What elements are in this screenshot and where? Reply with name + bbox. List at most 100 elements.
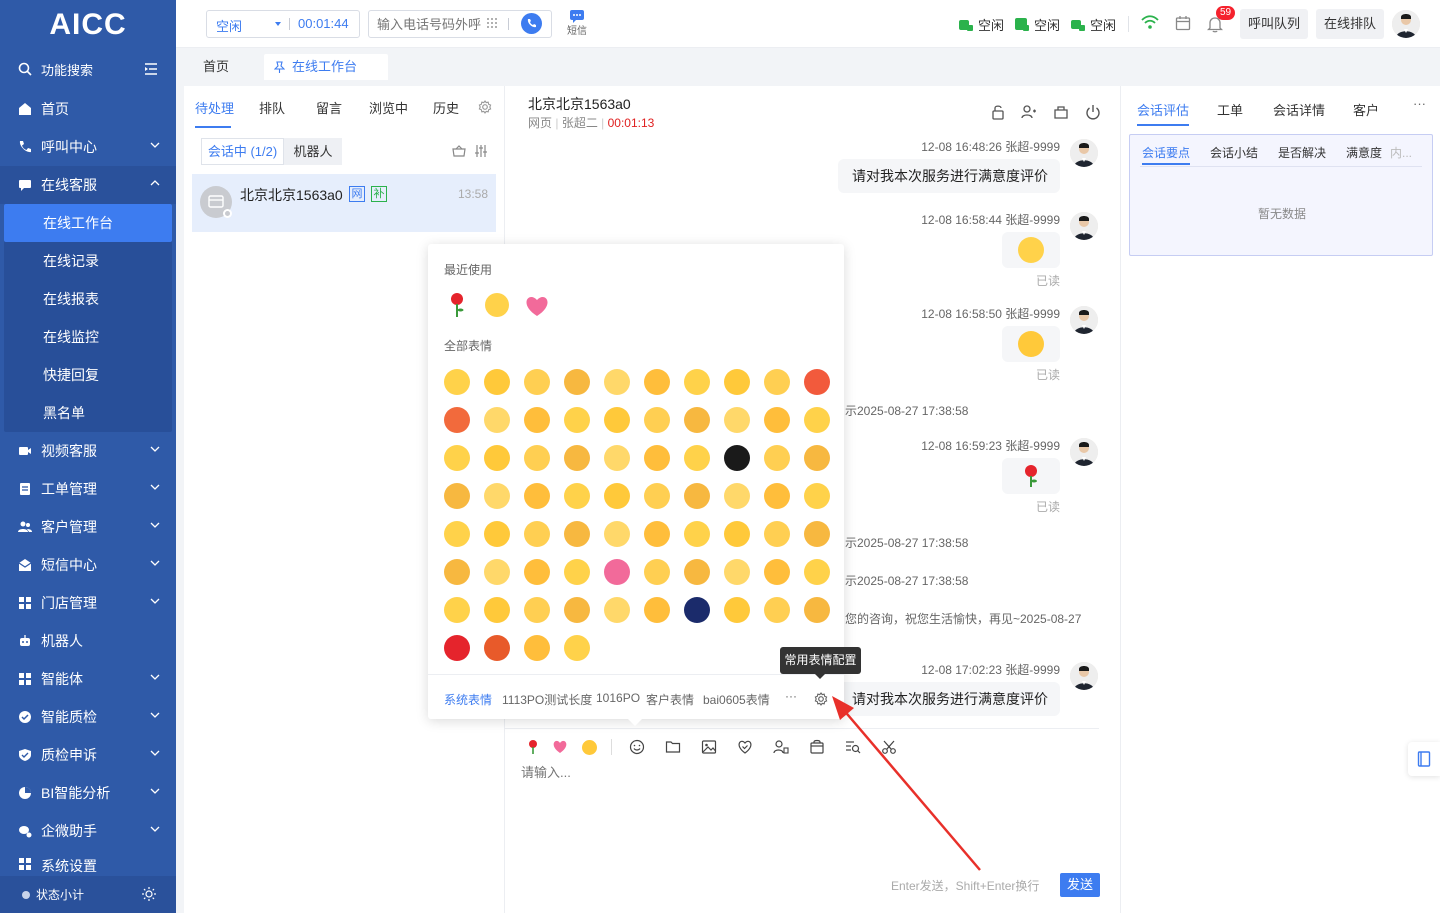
emoji-cell-icon[interactable] — [444, 483, 470, 509]
emoji-cell-icon[interactable] — [804, 521, 830, 547]
tab-browsing[interactable]: 浏览中 — [369, 98, 408, 117]
emoji-cell-icon[interactable] — [604, 369, 630, 395]
emoji-cell-icon[interactable] — [564, 483, 590, 509]
emoji-cell-icon[interactable] — [564, 559, 590, 585]
emoji-cell-icon[interactable] — [564, 445, 590, 471]
sidebar-item-wecom[interactable]: 企微助手 — [0, 812, 176, 850]
submenu-item-online-workbench[interactable]: 在线工作台 — [4, 204, 172, 242]
call-queue-button[interactable]: 呼叫队列 — [1240, 9, 1309, 39]
sidebar-item-call-center[interactable]: 呼叫中心 — [0, 128, 176, 166]
emoji-cell-icon[interactable] — [724, 445, 750, 471]
message-input[interactable] — [521, 762, 1091, 862]
tab-queue[interactable]: 排队 — [259, 98, 285, 117]
emoji-cell-icon[interactable] — [484, 445, 510, 471]
emoji-cell-icon[interactable] — [684, 559, 710, 585]
user-avatar[interactable] — [1392, 10, 1420, 38]
emoji-cell-icon[interactable] — [684, 521, 710, 547]
image-icon[interactable] — [701, 739, 717, 755]
emoji-cell-icon[interactable] — [764, 445, 790, 471]
subtab-key-points[interactable]: 会话要点 — [1142, 144, 1190, 161]
subtab-summary[interactable]: 会话小结 — [1210, 144, 1258, 161]
emoji-cell-icon[interactable] — [524, 369, 550, 395]
sun-icon[interactable] — [142, 887, 156, 901]
smile-icon[interactable] — [629, 739, 645, 755]
emoji-cell-icon[interactable] — [444, 369, 470, 395]
emoji-cell-icon[interactable] — [604, 445, 630, 471]
phone-dial-field[interactable] — [368, 10, 552, 38]
phone-input[interactable] — [377, 15, 481, 33]
emoji-tabs-more[interactable]: ··· — [785, 689, 797, 703]
emoji-cell-icon[interactable] — [444, 445, 470, 471]
emoji-tab-custom-3[interactable]: bai0605表情 — [703, 691, 773, 708]
emoji-cell-icon[interactable] — [724, 369, 750, 395]
emoji-cell-icon[interactable] — [644, 521, 670, 547]
tab-online-workbench[interactable]: 在线工作台 — [264, 54, 388, 80]
calendar-icon[interactable] — [1175, 15, 1191, 31]
filter-icon[interactable] — [474, 144, 488, 158]
emoji-cell-icon[interactable] — [724, 559, 750, 585]
emoji-cell-icon[interactable] — [804, 483, 830, 509]
tab-message[interactable]: 留言 — [316, 98, 342, 117]
emoji-cell-icon[interactable] — [444, 521, 470, 547]
emoji-cell-icon[interactable] — [604, 483, 630, 509]
submenu-item-online-monitor[interactable]: 在线监控 — [4, 318, 172, 356]
sidebar-item-bi[interactable]: BI智能分析 — [0, 774, 176, 812]
emoji-cell-icon[interactable] — [524, 445, 550, 471]
rating-heart-icon[interactable] — [737, 739, 753, 755]
emoji-cell-icon[interactable] — [484, 521, 510, 547]
emoji-cell-icon[interactable] — [684, 407, 710, 433]
emoji-cell-icon[interactable] — [644, 369, 670, 395]
emoji-cell-icon[interactable] — [724, 521, 750, 547]
emoji-cell-icon[interactable] — [804, 559, 830, 585]
emoji-cell-icon[interactable] — [644, 407, 670, 433]
sidebar-item-customer[interactable]: 客户管理 — [0, 508, 176, 546]
emoji-cell-icon[interactable] — [804, 407, 830, 433]
sidebar-item-ticket[interactable]: 工单管理 — [0, 470, 176, 508]
emoji-cell-icon[interactable] — [644, 445, 670, 471]
emoji-cell-icon[interactable] — [524, 559, 550, 585]
emoji-cell-icon[interactable] — [644, 483, 670, 509]
sidebar-item-appeal[interactable]: 质检申诉 — [0, 736, 176, 774]
emoji-cell-icon[interactable] — [604, 407, 630, 433]
transfer-user-icon[interactable] — [1021, 104, 1037, 120]
emoji-cell-icon[interactable] — [804, 597, 830, 623]
subtab-more[interactable]: 内... — [1390, 144, 1412, 161]
tab-session-evaluation[interactable]: 会话评估 — [1137, 100, 1189, 119]
emoji-cell-icon[interactable] — [484, 369, 510, 395]
emoji-cell-icon[interactable] — [444, 407, 470, 433]
tab-ticket[interactable]: 工单 — [1217, 100, 1243, 119]
knowledge-base-button[interactable] — [1408, 742, 1440, 776]
lock-icon[interactable] — [991, 104, 1005, 120]
emoji-cell-icon[interactable] — [564, 521, 590, 547]
emoji-cell-icon[interactable] — [684, 483, 710, 509]
emoji-cell-icon[interactable] — [764, 369, 790, 395]
submenu-item-online-report[interactable]: 在线报表 — [4, 280, 172, 318]
basket-icon[interactable] — [452, 144, 466, 158]
sms-button[interactable]: 短信 — [564, 8, 590, 40]
session-item[interactable]: 北京北京1563a0 网 补 13:58 — [192, 174, 496, 232]
agent-status-select[interactable]: 空闲 00:01:44 — [206, 10, 360, 38]
subtab-in-session[interactable]: 会话中 (1/2) — [201, 138, 284, 165]
gear-icon[interactable] — [478, 100, 492, 114]
call-button[interactable] — [521, 13, 542, 34]
emoji-cell-icon[interactable] — [764, 483, 790, 509]
emoji-cell-icon[interactable] — [644, 597, 670, 623]
emoji-cell-icon[interactable] — [604, 597, 630, 623]
emoji-tab-system[interactable]: 系统表情 — [444, 691, 492, 708]
emoji-cell-icon[interactable] — [724, 597, 750, 623]
emoji-cell-icon[interactable] — [564, 407, 590, 433]
sidebar-item-store[interactable]: 门店管理 — [0, 584, 176, 622]
collapse-menu-icon[interactable] — [144, 62, 158, 76]
invite-icon[interactable] — [1053, 104, 1069, 120]
emoji-cell-icon[interactable] — [484, 483, 510, 509]
emoji-cell-icon[interactable] — [524, 407, 550, 433]
queue-status-3[interactable]: 空闲 — [1070, 15, 1116, 34]
emoji-cell-icon[interactable] — [484, 597, 510, 623]
emoji-cell-icon[interactable] — [484, 559, 510, 585]
rose-quick-emoji-icon[interactable] — [527, 739, 539, 755]
emoji-cell-icon[interactable] — [724, 407, 750, 433]
emoji-cell-icon[interactable] — [684, 369, 710, 395]
emoji-cell-icon[interactable] — [604, 559, 630, 585]
subtab-resolved[interactable]: 是否解决 — [1278, 144, 1326, 161]
submenu-item-blacklist[interactable]: 黑名单 — [4, 394, 172, 432]
